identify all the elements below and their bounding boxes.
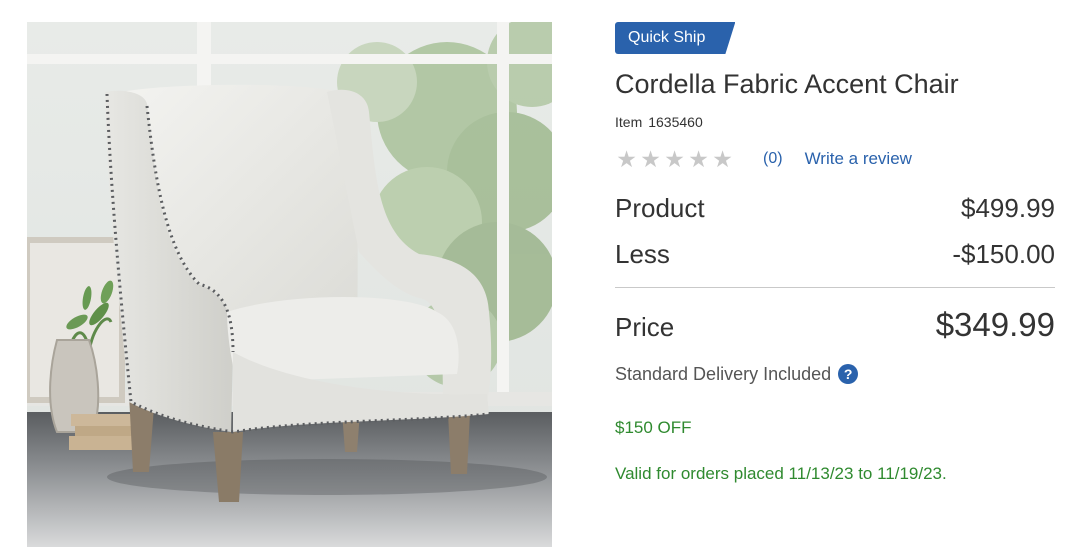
discount-label: Less: [615, 239, 670, 269]
help-icon[interactable]: ?: [838, 364, 859, 384]
item-number: 1635460: [648, 114, 703, 130]
final-price-value: $349.99: [935, 306, 1055, 343]
star-icon: ★: [616, 146, 637, 172]
delivery-info: Standard Delivery Included ?: [615, 362, 1055, 386]
rating-row: ★ ★ ★ ★ ★ (0) Write a review: [615, 147, 1055, 171]
price-divider: [615, 287, 1055, 288]
final-price-row: Price $349.99: [615, 306, 1055, 346]
product-price-row: Product $499.99: [615, 193, 1055, 227]
delivery-text: Standard Delivery Included: [615, 363, 832, 384]
product-page: Quick Ship Cordella Fabric Accent Chair …: [0, 0, 1080, 552]
promo-discount: $150 OFF: [615, 418, 692, 437]
write-review-link[interactable]: Write a review: [805, 149, 912, 169]
product-price-label: Product: [615, 193, 705, 223]
discount-value: -$150.00: [952, 239, 1055, 269]
item-number-line: Item 1635460: [615, 114, 1055, 132]
star-icon: ★: [688, 146, 709, 172]
star-icon: ★: [640, 146, 661, 172]
promo-validity: Valid for orders placed 11/13/23 to 11/1…: [615, 464, 947, 483]
star-rating[interactable]: ★ ★ ★ ★ ★: [615, 147, 734, 171]
review-count-link[interactable]: (0): [763, 150, 783, 168]
product-details: Quick Ship Cordella Fabric Accent Chair …: [615, 22, 1055, 486]
final-price-label: Price: [615, 312, 675, 342]
discount-row: Less -$150.00: [615, 239, 1055, 273]
star-icon: ★: [664, 146, 685, 172]
product-image[interactable]: [27, 22, 552, 547]
quick-ship-badge: Quick Ship: [615, 22, 735, 54]
item-label: Item: [615, 114, 643, 130]
product-title: Cordella Fabric Accent Chair: [615, 69, 959, 99]
product-price-value: $499.99: [961, 193, 1055, 223]
star-icon: ★: [712, 146, 733, 172]
